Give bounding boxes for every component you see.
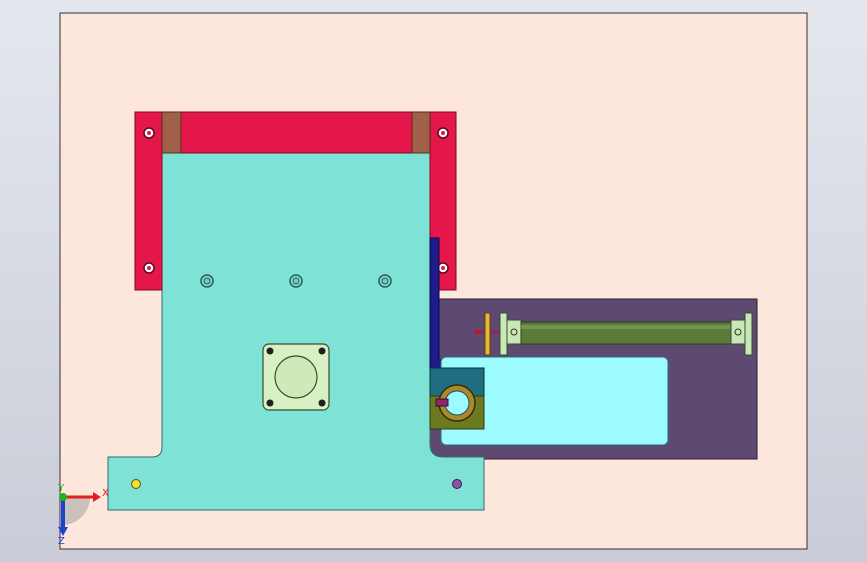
base-hole xyxy=(203,277,211,285)
rod-end-collar xyxy=(484,312,491,356)
frame-hole xyxy=(441,131,445,135)
triad-z-label: Z xyxy=(58,536,65,547)
spacer-block-left xyxy=(161,111,182,154)
bracket-right xyxy=(744,312,753,356)
frame-hole xyxy=(147,131,151,135)
flange-bolt xyxy=(266,347,274,355)
bracket-left-inner xyxy=(506,319,522,345)
clamp-key xyxy=(435,398,449,407)
triad-x-label: X xyxy=(102,488,109,499)
frame-hole xyxy=(147,266,151,270)
base-hole xyxy=(292,277,300,285)
triad-y-label: Y xyxy=(57,483,65,494)
base-hole xyxy=(381,277,389,285)
flange-bolt xyxy=(266,399,274,407)
rod-pin xyxy=(475,329,481,335)
cad-graphics-viewport[interactable]: X Y Z xyxy=(0,0,867,562)
flange-block[interactable] xyxy=(262,343,330,411)
clamp-bore xyxy=(444,390,470,416)
bracket-left xyxy=(499,312,508,356)
frame-hole xyxy=(441,266,445,270)
flange-bore xyxy=(274,355,318,399)
bracket-right-inner xyxy=(730,319,746,345)
cylinder-tube-highlight xyxy=(521,325,731,329)
marker-purple xyxy=(452,479,462,489)
flange-bolt xyxy=(318,347,326,355)
spacer-block-right xyxy=(411,111,431,154)
marker-yellow xyxy=(131,479,141,489)
base-plate[interactable] xyxy=(107,152,485,511)
flange-bolt xyxy=(318,399,326,407)
